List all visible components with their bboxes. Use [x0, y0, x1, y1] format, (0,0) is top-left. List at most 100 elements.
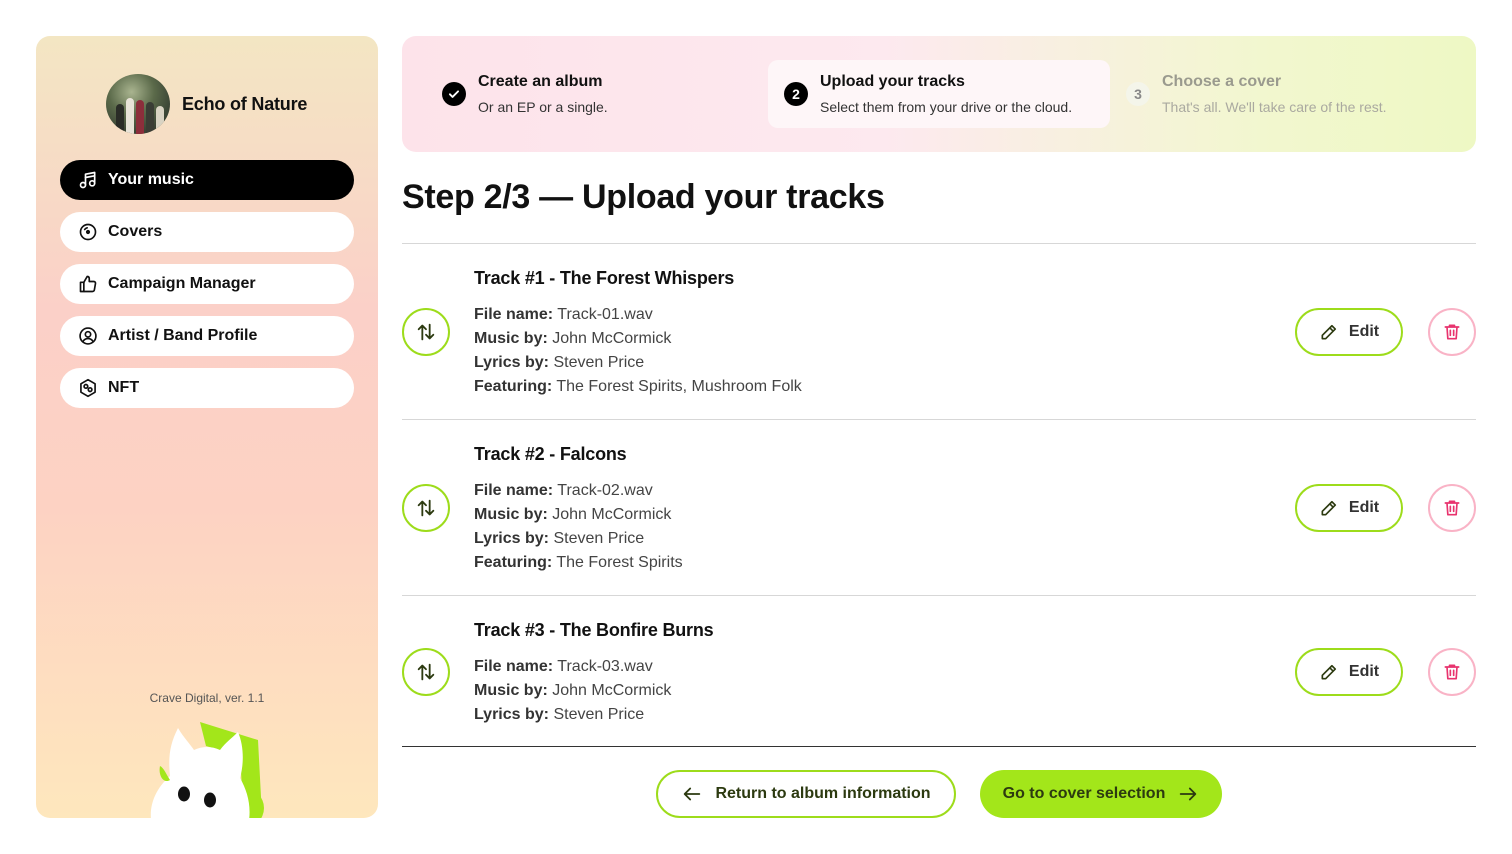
reorder-handle[interactable] [402, 308, 450, 356]
sidebar-item-nft[interactable]: NFT [60, 368, 354, 408]
step-create-album[interactable]: Create an album Or an EP or a single. [442, 60, 608, 128]
trash-icon [1444, 664, 1460, 680]
checkmark-icon [442, 82, 466, 106]
sidebar: Echo of Nature Your music Covers Campaig… [36, 36, 378, 818]
sidebar-item-your-music[interactable]: Your music [60, 160, 354, 200]
track-info: Track #3 - The Bonfire Burns File name: … [474, 620, 714, 727]
step-title: Upload your tracks [820, 73, 965, 90]
track-lyrics: Lyrics by: Steven Price [474, 351, 802, 375]
music-value: John McCormick [552, 330, 672, 347]
featuring-label: Featuring: [474, 554, 553, 571]
arrow-right-icon [1180, 787, 1197, 801]
lyrics-label: Lyrics by: [474, 706, 549, 723]
return-button-label: Return to album information [715, 785, 931, 802]
sidebar-nav: Your music Covers Campaign Manager Artis… [60, 160, 354, 420]
edit-track-button[interactable]: Edit [1295, 308, 1403, 356]
music-note-icon [79, 171, 96, 189]
reorder-handle[interactable] [402, 648, 450, 696]
step-title: Choose a cover [1162, 73, 1282, 90]
track-row: Track #1 - The Forest Whispers File name… [402, 243, 1476, 419]
track-title: Track #2 - Falcons [474, 444, 627, 464]
profile[interactable]: Echo of Nature [106, 74, 307, 134]
lyrics-label: Lyrics by: [474, 354, 549, 371]
next-button-label: Go to cover selection [1002, 785, 1166, 802]
file-value: Track-03.wav [557, 658, 653, 675]
mascot-illustration [150, 722, 264, 818]
sidebar-item-covers[interactable]: Covers [60, 212, 354, 252]
page-title: Step 2/3 — Upload your tracks [402, 178, 885, 216]
track-info: Track #2 - Falcons File name: Track-02.w… [474, 444, 683, 575]
lyrics-label: Lyrics by: [474, 530, 549, 547]
delete-track-button[interactable] [1428, 484, 1476, 532]
pencil-icon [1321, 664, 1336, 680]
track-file: File name: Track-02.wav [474, 479, 683, 503]
track-title: Track #1 - The Forest Whispers [474, 268, 735, 288]
trash-icon [1444, 500, 1460, 516]
swap-vertical-icon [417, 323, 435, 341]
track-music: Music by: John McCormick [474, 679, 713, 703]
music-label: Music by: [474, 506, 548, 523]
featuring-value: The Forest Spirits [556, 554, 683, 571]
edit-track-button[interactable]: Edit [1295, 648, 1403, 696]
reorder-handle[interactable] [402, 484, 450, 532]
step-upload-tracks[interactable]: 2 Upload your tracks Select them from yo… [768, 60, 1110, 128]
track-lyrics: Lyrics by: Steven Price [474, 527, 683, 551]
edit-label: Edit [1348, 663, 1380, 680]
sidebar-item-label: Campaign Manager [108, 275, 256, 292]
sidebar-item-label: NFT [108, 379, 140, 396]
track-featuring: Featuring: The Forest Spirits, Mushroom … [474, 375, 802, 399]
sidebar-item-campaign-manager[interactable]: Campaign Manager [60, 264, 354, 304]
file-value: Track-01.wav [557, 306, 653, 323]
lyrics-value: Steven Price [553, 354, 645, 371]
step-description: Or an EP or a single. [478, 99, 608, 115]
pencil-icon [1321, 500, 1336, 516]
track-title: Track #3 - The Bonfire Burns [474, 620, 714, 640]
trash-icon [1444, 324, 1460, 340]
featuring-value: The Forest Spirits, Mushroom Folk [556, 378, 802, 395]
file-label: File name: [474, 658, 554, 675]
avatar [106, 74, 170, 134]
return-to-album-info-button[interactable]: Return to album information [656, 770, 956, 818]
step-description: Select them from your drive or the cloud… [820, 99, 1073, 115]
step-choose-cover[interactable]: 3 Choose a cover That's all. We'll take … [1126, 60, 1387, 128]
edit-label: Edit [1348, 323, 1380, 340]
progress-stepper: Create an album Or an EP or a single. 2 … [402, 36, 1476, 152]
profile-name: Echo of Nature [182, 93, 308, 114]
track-row: Track #3 - The Bonfire Burns File name: … [402, 595, 1476, 747]
track-featuring: Featuring: The Forest Spirits [474, 551, 683, 575]
nft-hexagon-icon [80, 378, 96, 398]
step-number: 3 [1126, 82, 1150, 106]
delete-track-button[interactable] [1428, 648, 1476, 696]
file-label: File name: [474, 482, 554, 499]
pencil-icon [1321, 324, 1336, 340]
disc-icon [79, 223, 97, 241]
edit-track-button[interactable]: Edit [1295, 484, 1403, 532]
step-number: 2 [784, 82, 808, 106]
sidebar-item-artist-profile[interactable]: Artist / Band Profile [60, 316, 354, 356]
track-music: Music by: John McCormick [474, 503, 683, 527]
lyrics-value: Steven Price [553, 706, 645, 723]
swap-vertical-icon [417, 499, 435, 517]
music-label: Music by: [474, 330, 548, 347]
step-description: That's all. We'll take care of the rest. [1162, 99, 1387, 115]
user-circle-icon [79, 327, 97, 345]
swap-vertical-icon [417, 663, 435, 681]
sidebar-item-label: Artist / Band Profile [108, 327, 258, 344]
featuring-label: Featuring: [474, 378, 553, 395]
track-music: Music by: John McCormick [474, 327, 802, 351]
version-label: Crave Digital, ver. 1.1 [149, 691, 265, 705]
track-info: Track #1 - The Forest Whispers File name… [474, 268, 802, 399]
sidebar-item-label: Your music [108, 171, 194, 188]
music-value: John McCormick [552, 506, 672, 523]
go-to-cover-selection-button[interactable]: Go to cover selection [980, 770, 1222, 818]
file-value: Track-02.wav [557, 482, 653, 499]
music-value: John McCormick [552, 682, 672, 699]
file-label: File name: [474, 306, 554, 323]
track-lyrics: Lyrics by: Steven Price [474, 703, 713, 727]
track-list: Track #1 - The Forest Whispers File name… [402, 243, 1476, 747]
lyrics-value: Steven Price [553, 530, 645, 547]
delete-track-button[interactable] [1428, 308, 1476, 356]
step-title: Create an album [478, 73, 603, 90]
sidebar-item-label: Covers [108, 223, 163, 240]
edit-label: Edit [1348, 499, 1380, 516]
